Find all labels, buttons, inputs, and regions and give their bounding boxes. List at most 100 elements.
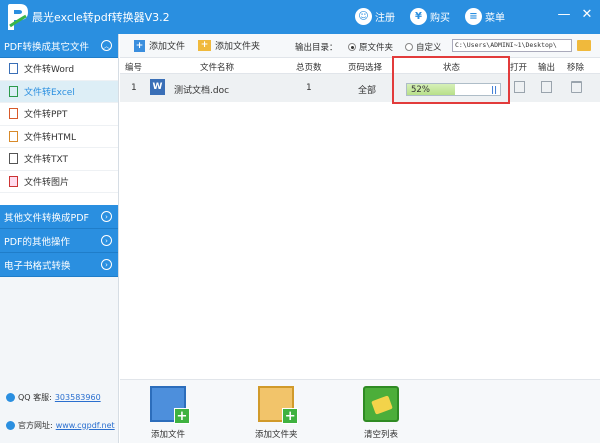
progress-bar: 52% || xyxy=(406,83,501,96)
sidebar-section-ebook[interactable]: 电子书格式转换 › xyxy=(0,253,118,277)
chevron-up-icon: ︿ xyxy=(101,40,112,51)
buy-label: 购买 xyxy=(430,12,450,24)
pause-icon[interactable]: || xyxy=(491,85,497,94)
toolbar: + 添加文件 + 添加文件夹 输出目录： 原文件夹 自定义 C:\Users\A… xyxy=(120,34,600,58)
sidebar-item-label: 文件转HTML xyxy=(24,132,77,143)
sidebar-item-html[interactable]: 文件转HTML xyxy=(0,125,118,148)
html-file-icon xyxy=(9,130,18,142)
excel-file-icon xyxy=(9,85,18,97)
add-file-icon: + xyxy=(134,39,145,52)
header-remove: 移除 xyxy=(567,63,585,73)
menu-button[interactable]: ≡ 菜单 xyxy=(465,6,505,26)
qq-number-link[interactable]: 303583960 xyxy=(55,393,101,402)
chevron-right-icon: › xyxy=(101,259,112,270)
section-label: 其他文件转换成PDF xyxy=(4,212,90,224)
plus-icon: + xyxy=(174,408,190,424)
row-page-select[interactable]: 全部 xyxy=(358,83,376,96)
section-label: PDF的其他操作 xyxy=(4,236,71,248)
radio-unchecked-icon xyxy=(405,43,413,51)
txt-file-icon xyxy=(9,153,18,165)
add-file-button[interactable]: + 添加文件 xyxy=(134,39,185,52)
output-path-input[interactable]: C:\Users\ADMINI~1\Desktop\ xyxy=(452,39,572,52)
radio-label: 原文件夹 xyxy=(359,43,394,53)
header-pages: 总页数 xyxy=(296,63,322,73)
sidebar-item-txt[interactable]: 文件转TXT xyxy=(0,148,118,171)
register-label: 注册 xyxy=(375,12,395,24)
chevron-right-icon: › xyxy=(101,235,112,246)
sidebar-item-ppt[interactable]: 文件转PPT xyxy=(0,103,118,126)
sidebar-section-pdf-other-ops[interactable]: PDF的其他操作 › xyxy=(0,229,118,253)
yen-icon: ¥ xyxy=(410,7,427,25)
ppt-file-icon xyxy=(9,108,18,120)
buy-button[interactable]: ¥ 购买 xyxy=(410,6,450,26)
sidebar-item-label: 文件转TXT xyxy=(24,155,69,166)
add-file-label: 添加文件 xyxy=(149,42,186,52)
output-dir-label: 输出目录： xyxy=(295,43,338,53)
register-button[interactable]: ☺ 注册 xyxy=(355,6,395,26)
add-folder-label: 添加文件夹 xyxy=(215,42,261,52)
broom-icon xyxy=(363,386,399,422)
minimize-button[interactable]: — xyxy=(555,6,573,24)
bottom-add-folder-button[interactable]: + 添加文件夹 xyxy=(255,386,299,440)
row-index: 1 xyxy=(131,83,137,93)
radio-checked-icon xyxy=(348,43,356,51)
plus-icon: + xyxy=(282,408,299,424)
sidebar-item-image[interactable]: 文件转图片 xyxy=(0,170,118,193)
app-title: 晨光excle转pdf转换器V3.2 xyxy=(32,11,170,24)
header-page-select: 页码选择 xyxy=(348,63,383,73)
table-row[interactable]: 1 W 测试文档.doc 1 全部 xyxy=(120,74,600,102)
open-file-icon[interactable] xyxy=(514,81,525,93)
sidebar: PDF转换成其它文件 ︿ 文件转Word 文件转Excel 文件转PPT 文件转… xyxy=(0,34,119,443)
clear-list-button[interactable]: 清空列表 xyxy=(363,386,399,440)
sidebar-item-word[interactable]: 文件转Word xyxy=(0,58,118,81)
row-pages: 1 xyxy=(306,83,312,93)
add-folder-icon: + xyxy=(198,40,211,51)
image-file-icon xyxy=(9,175,18,187)
bottom-add-file-label: 添加文件 xyxy=(150,430,185,440)
title-bar: 晨光excle转pdf转换器V3.2 ☺ 注册 ¥ 购买 ≡ 菜单 — ✕ xyxy=(0,0,600,34)
user-icon: ☺ xyxy=(355,7,372,25)
delete-icon[interactable] xyxy=(571,81,582,93)
header-output: 输出 xyxy=(538,63,556,73)
word-file-icon xyxy=(9,63,18,75)
qq-support: QQ 客服: 303583960 xyxy=(6,392,101,403)
bottom-add-file-button[interactable]: + 添加文件 xyxy=(150,386,190,440)
word-doc-icon: W xyxy=(150,79,165,95)
status-highlight-box xyxy=(392,56,510,104)
broom-icon-shape xyxy=(371,395,393,415)
menu-icon: ≡ xyxy=(465,7,482,25)
radio-custom-folder[interactable]: 自定义 xyxy=(405,41,442,53)
app-logo-icon xyxy=(8,4,28,30)
header-open: 打开 xyxy=(510,63,528,73)
radio-label: 自定义 xyxy=(416,43,442,53)
sidebar-item-excel[interactable]: 文件转Excel xyxy=(0,80,118,103)
bottom-add-folder-label: 添加文件夹 xyxy=(255,430,298,440)
main-panel: + 添加文件 + 添加文件夹 输出目录： 原文件夹 自定义 C:\Users\A… xyxy=(120,34,600,379)
sidebar-section-other-to-pdf[interactable]: 其他文件转换成PDF › xyxy=(0,205,118,229)
browse-folder-icon[interactable] xyxy=(577,40,591,51)
section-label: PDF转换成其它文件 xyxy=(4,41,90,53)
sidebar-item-label: 文件转Excel xyxy=(24,87,75,98)
qq-label: QQ 客服: xyxy=(18,393,52,402)
header-name: 文件名称 xyxy=(200,63,235,73)
qq-icon xyxy=(6,393,15,402)
clear-list-label: 清空列表 xyxy=(363,430,398,440)
radio-original-folder[interactable]: 原文件夹 xyxy=(348,41,393,53)
close-button[interactable]: ✕ xyxy=(578,6,596,24)
add-file-large-icon: + xyxy=(150,386,190,424)
sidebar-spacer xyxy=(0,193,118,205)
site-label: 官方网址: xyxy=(18,421,53,430)
sidebar-item-label: 文件转图片 xyxy=(24,177,70,188)
row-file-name: 测试文档.doc xyxy=(174,86,230,96)
chevron-right-icon: › xyxy=(101,211,112,222)
add-folder-button[interactable]: + 添加文件夹 xyxy=(198,39,260,52)
section-label: 电子书格式转换 xyxy=(4,260,71,272)
add-folder-large-icon: + xyxy=(258,386,299,424)
progress-text: 52% xyxy=(411,85,430,95)
header-index: 编号 xyxy=(125,63,143,73)
bottom-bar: + 添加文件 + 添加文件夹 清空列表 xyxy=(120,379,600,443)
sidebar-section-pdf-to-other[interactable]: PDF转换成其它文件 ︿ xyxy=(0,34,118,58)
output-folder-icon[interactable] xyxy=(541,81,552,93)
table-header: 编号 文件名称 总页数 页码选择 状态 打开 输出 移除 xyxy=(120,58,600,74)
site-link[interactable]: www.cgpdf.net xyxy=(56,421,115,430)
